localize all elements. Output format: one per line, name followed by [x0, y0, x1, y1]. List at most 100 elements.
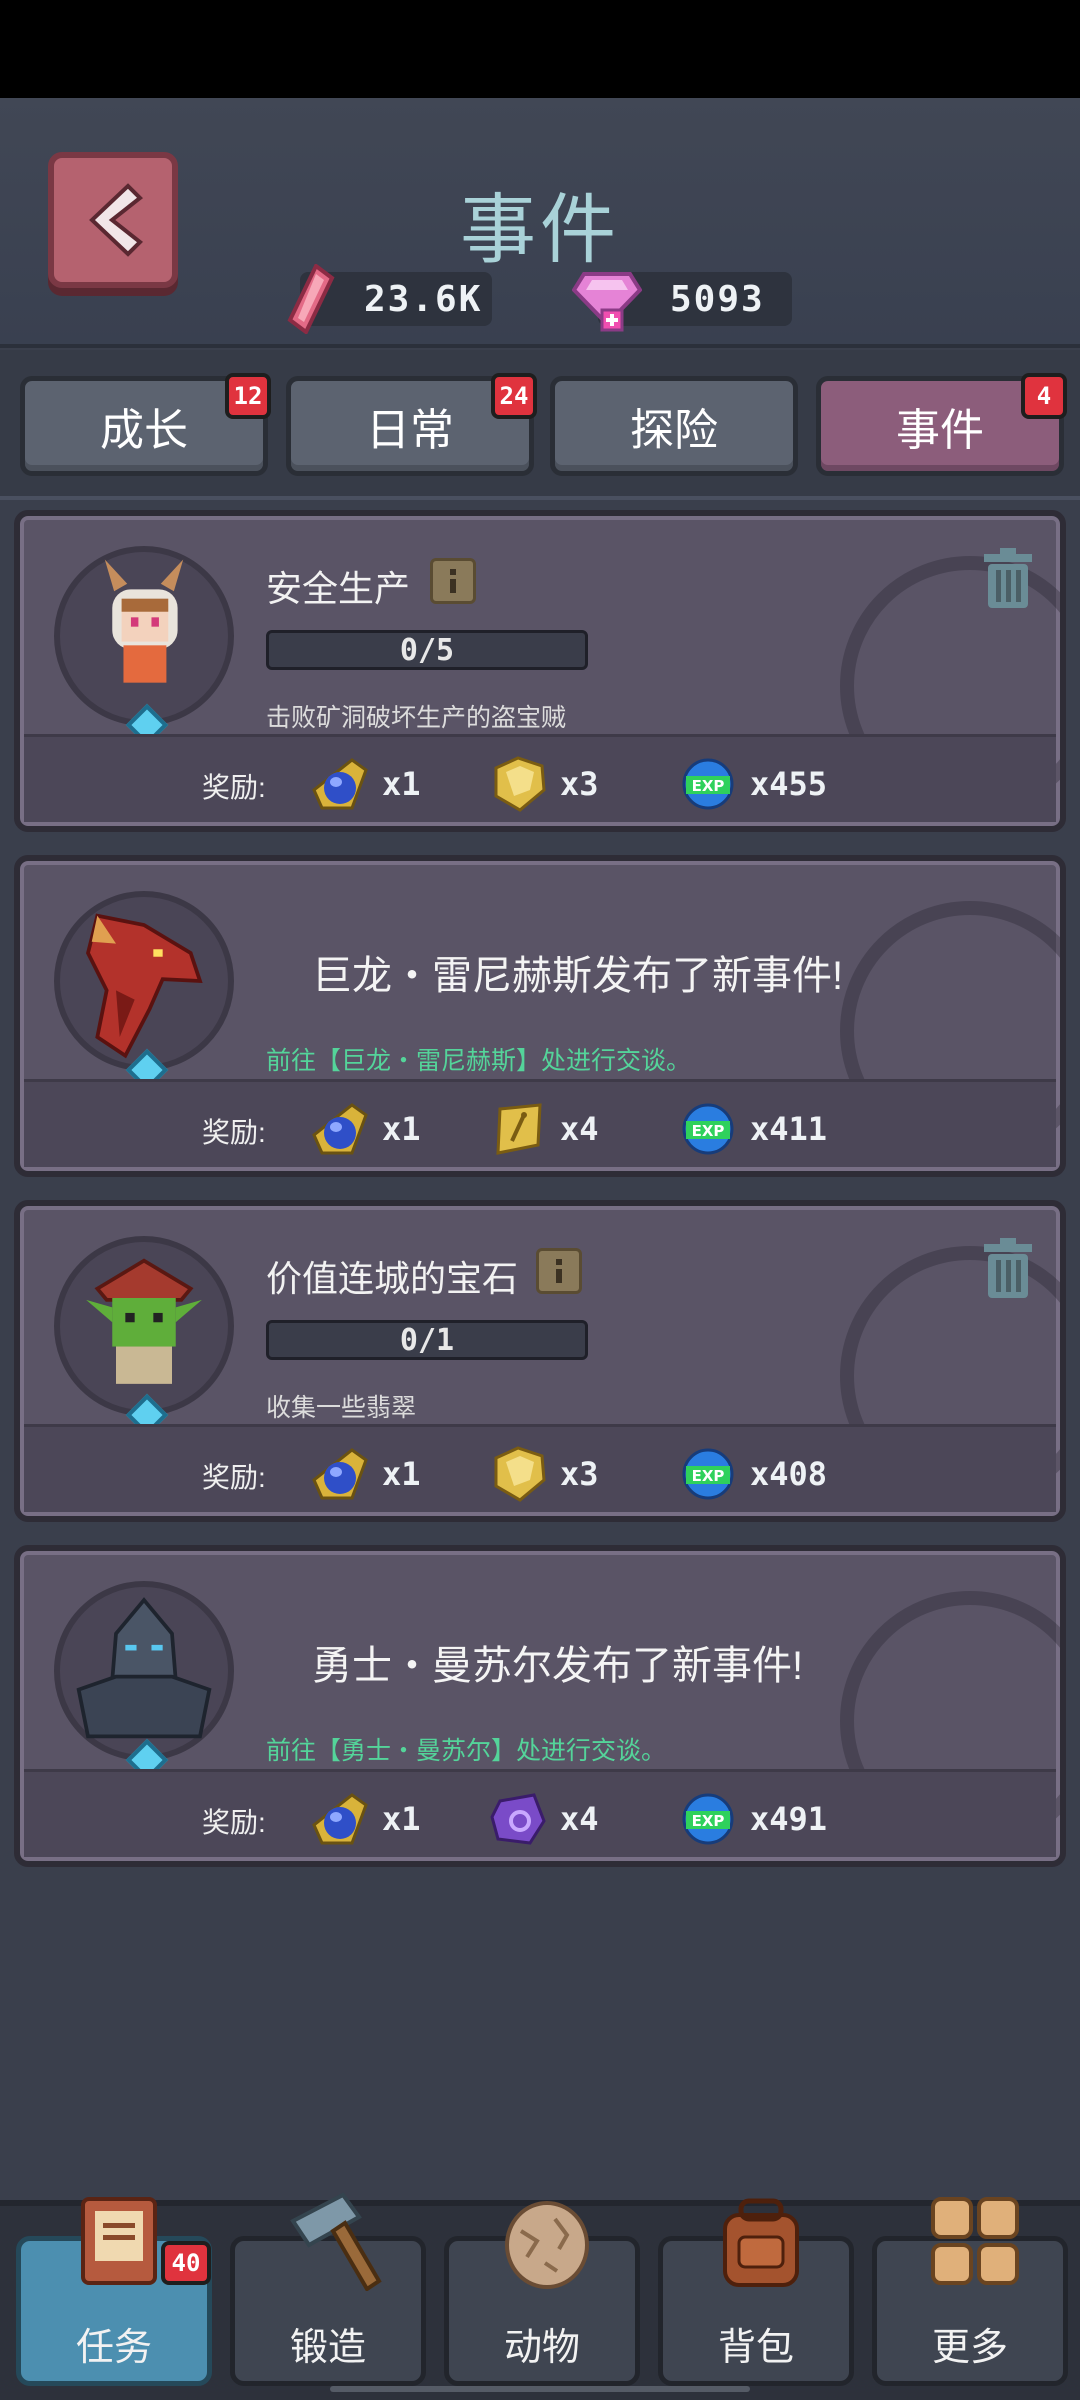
event-card[interactable]: 巨龙・雷尼赫斯发布了新事件! 前往【巨龙・雷尼赫斯】处进行交谈。 奖励: x1 …	[14, 855, 1066, 1177]
nav-forge[interactable]: 锻造	[230, 2192, 426, 2386]
reward-count: x1	[382, 765, 421, 803]
nav-badge: 40	[161, 2241, 211, 2285]
nav-label: 更多	[931, 2327, 1008, 2369]
tab-label: 探险	[630, 406, 718, 455]
nav-more[interactable]: 更多	[872, 2197, 1068, 2386]
sapphire-icon	[312, 1793, 368, 1845]
avatar	[54, 1581, 234, 1782]
pink-diamond-icon	[572, 272, 642, 332]
event-progress: 0/1	[266, 1320, 588, 1360]
svg-text:EXP: EXP	[692, 777, 725, 795]
svg-text:EXP: EXP	[692, 1812, 725, 1830]
reward-item: x1	[312, 1099, 421, 1159]
tab-label: 日常	[366, 406, 454, 455]
reward-label: 奖励:	[202, 1807, 266, 1838]
event-title: 价值连城的宝石	[266, 1258, 519, 1299]
nav-label: 锻造	[289, 2327, 366, 2369]
backpack-icon	[723, 2198, 799, 2287]
trash-icon[interactable]	[978, 1236, 1038, 1300]
reward-item: x4	[490, 1099, 599, 1159]
egg-icon	[505, 2201, 589, 2289]
reward-count: x1	[382, 1800, 421, 1838]
tab-growth[interactable]: 成长 12	[20, 373, 271, 476]
status-bar	[0, 0, 1080, 98]
hammer-icon	[290, 2192, 382, 2291]
reward-count: x3	[560, 765, 599, 803]
quest-book-icon	[81, 2197, 157, 2285]
dragon-portrait-icon	[86, 913, 203, 1059]
event-title: 安全生产	[266, 568, 411, 609]
reward-count: x455	[750, 765, 828, 803]
gold-scroll-icon	[496, 1103, 542, 1155]
reward-item: EXP x408	[680, 1444, 827, 1504]
event-card[interactable]: 勇士・曼苏尔发布了新事件! 前往【勇士・曼苏尔】处进行交谈。 奖励: x1 x4…	[14, 1545, 1066, 1867]
reward-item: x1	[312, 754, 421, 814]
event-link[interactable]: 前往【勇士・曼苏尔】处进行交谈。	[266, 1731, 666, 1767]
tab-label: 成长	[100, 406, 188, 455]
home-indicator[interactable]	[330, 2386, 750, 2392]
info-button[interactable]	[536, 1248, 582, 1294]
sapphire-icon	[312, 758, 368, 810]
reward-count: x3	[560, 1455, 599, 1493]
sapphire-icon	[312, 1448, 368, 1500]
reward-count: x4	[560, 1110, 599, 1148]
exp-icon: EXP	[682, 1793, 734, 1845]
reward-item: x3	[490, 754, 599, 814]
info-button[interactable]	[430, 558, 476, 604]
reward-item: EXP x455	[680, 754, 827, 814]
tab-daily[interactable]: 日常 24	[286, 373, 537, 476]
nav-backpack[interactable]: 背包	[658, 2198, 854, 2386]
goblin-portrait-icon	[86, 1258, 202, 1384]
event-message: 勇士・曼苏尔发布了新事件!	[312, 1644, 804, 1688]
nav-tasks[interactable]: 40 任务	[16, 2197, 212, 2386]
reward-label: 奖励:	[202, 1117, 266, 1148]
diamond-currency[interactable]: 5093	[572, 272, 792, 332]
gold-ore-icon	[494, 756, 546, 812]
reward-count: x4	[560, 1800, 599, 1838]
reward-count: x491	[750, 1800, 828, 1838]
sapphire-icon	[312, 1103, 368, 1155]
reward-item: EXP x411	[680, 1099, 827, 1159]
tab-badge: 12	[225, 373, 271, 419]
reward-item: EXP x491	[680, 1789, 827, 1849]
avatar	[54, 546, 234, 747]
grid-icon	[931, 2197, 1019, 2285]
event-description: 收集一些翡翠	[266, 1394, 417, 1422]
nav-animals[interactable]: 动物	[444, 2201, 640, 2386]
tab-badge: 24	[491, 373, 537, 419]
reward-item: x4	[490, 1789, 599, 1849]
event-progress: 0/5	[266, 630, 588, 670]
reward-count: x1	[382, 1110, 421, 1148]
nav-label: 背包	[717, 2327, 794, 2369]
exp-icon: EXP	[682, 1448, 734, 1500]
reward-label: 奖励:	[202, 772, 266, 803]
avatar	[54, 1236, 234, 1437]
avatar	[54, 891, 234, 1092]
exp-icon: EXP	[682, 1103, 734, 1155]
page-title: 事件	[460, 188, 620, 273]
tab-adventure[interactable]: 探险	[550, 376, 798, 476]
event-link[interactable]: 前往【巨龙・雷尼赫斯】处进行交谈。	[266, 1041, 691, 1077]
trash-icon[interactable]	[978, 546, 1038, 610]
diamond-amount: 5093	[670, 278, 765, 320]
nav-label: 动物	[503, 2327, 580, 2369]
reward-item: x1	[312, 1444, 421, 1504]
ruby-currency: 23.6K	[287, 264, 492, 334]
event-description: 击败矿洞破坏生产的盗宝贼	[266, 704, 567, 732]
girl-portrait-icon	[104, 559, 184, 683]
event-card[interactable]: 安全生产 0/5 击败矿洞破坏生产的盗宝贼 奖励: x1 x3 EXP x455	[14, 510, 1066, 832]
nav-label: 任务	[75, 2327, 152, 2369]
tab-badge: 4	[1021, 373, 1067, 419]
event-card[interactable]: 价值连城的宝石 0/1 收集一些翡翠 奖励: x1 x3 EXP x408	[14, 1200, 1066, 1522]
ruby-amount: 23.6K	[364, 278, 483, 320]
reward-label: 奖励:	[202, 1462, 266, 1493]
reward-count: x1	[382, 1455, 421, 1493]
tab-events[interactable]: 事件 4	[816, 373, 1067, 476]
event-message: 巨龙・雷尼赫斯发布了新事件!	[312, 954, 844, 998]
reward-item: x1	[312, 1789, 421, 1849]
reward-count: x411	[750, 1110, 828, 1148]
tab-label: 事件	[896, 406, 984, 455]
exp-icon: EXP	[682, 758, 734, 810]
knight-portrait-icon	[76, 1597, 212, 1739]
purple-rune-icon	[490, 1793, 546, 1845]
